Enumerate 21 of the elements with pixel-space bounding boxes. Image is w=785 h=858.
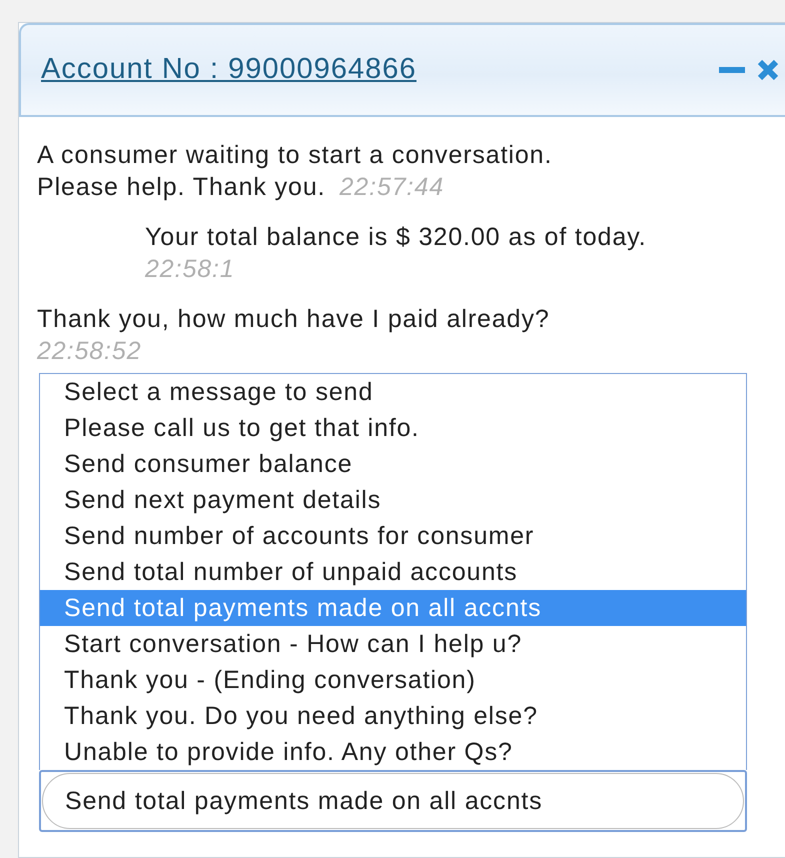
timestamp: 22:57:44 bbox=[339, 173, 444, 201]
list-option[interactable]: Thank you. Do you need anything else? bbox=[40, 698, 746, 734]
message-text: Your total balance is $ 320.00 as of today. bbox=[145, 223, 647, 251]
message-field[interactable]: Send total payments made on all accnts bbox=[42, 773, 744, 829]
timestamp: 22:58:52 bbox=[37, 337, 142, 365]
list-option[interactable]: Select a message to send bbox=[40, 374, 746, 410]
list-option[interactable]: Thank you - (Ending conversation) bbox=[40, 662, 746, 698]
timestamp: 22:58:1 bbox=[145, 255, 235, 283]
message-text: A consumer waiting to start a conversation. bbox=[37, 141, 552, 169]
list-option[interactable]: Please call us to get that info. bbox=[40, 410, 746, 446]
list-option[interactable]: Send number of accounts for consumer bbox=[40, 518, 746, 554]
close-icon[interactable] bbox=[757, 59, 779, 81]
minimize-icon[interactable] bbox=[719, 65, 745, 75]
list-option[interactable]: Send next payment details bbox=[40, 482, 746, 518]
message-text: Thank you, how much have I paid already? bbox=[37, 305, 550, 333]
window-title[interactable]: Account No : 99000964866 bbox=[41, 48, 416, 92]
list-option[interactable]: Start conversation - How can I help u? bbox=[40, 626, 746, 662]
list-option[interactable]: Send total number of unpaid accounts bbox=[40, 554, 746, 590]
list-option[interactable]: Unable to provide info. Any other Qs? bbox=[40, 734, 746, 770]
list-option[interactable]: Send consumer balance bbox=[40, 446, 746, 482]
message-text: Please help. Thank you. bbox=[37, 173, 326, 201]
